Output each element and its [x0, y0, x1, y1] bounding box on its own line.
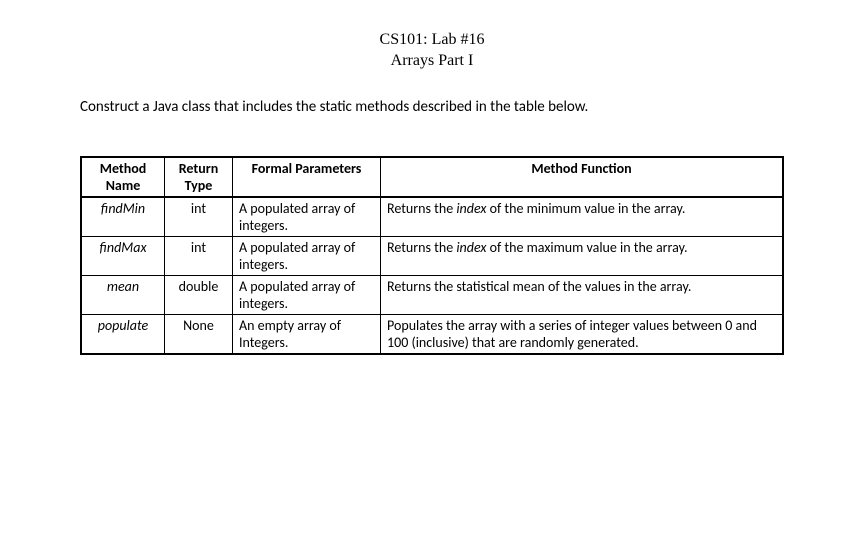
- header-return-type: Return Type: [165, 157, 233, 197]
- return-type-cell: None: [165, 314, 233, 354]
- formal-parameters-cell: An empty array of Integers.: [233, 314, 381, 354]
- formal-parameters-cell: A populated array of integers.: [233, 275, 381, 314]
- table-row: meandoubleA populated array of integers.…: [81, 275, 783, 314]
- header-method-name: Method Name: [81, 157, 165, 197]
- course-title: CS101: Lab #16: [80, 30, 784, 51]
- lab-subtitle: Arrays Part I: [80, 51, 784, 72]
- method-name-cell: findMax: [81, 236, 165, 275]
- header-formal-params: Formal Parameters: [233, 157, 381, 197]
- return-type-cell: double: [165, 275, 233, 314]
- method-function-cell: Returns the index of the minimum value i…: [381, 197, 784, 237]
- table-row: findMinintA populated array of integers.…: [81, 197, 783, 237]
- method-name-cell: findMin: [81, 197, 165, 237]
- return-type-cell: int: [165, 197, 233, 237]
- method-name-cell: populate: [81, 314, 165, 354]
- document-header: CS101: Lab #16 Arrays Part I: [80, 30, 784, 72]
- header-method-function: Method Function: [381, 157, 784, 197]
- table-header-row: Method Name Return Type Formal Parameter…: [81, 157, 783, 197]
- formal-parameters-cell: A populated array of integers.: [233, 236, 381, 275]
- methods-table: Method Name Return Type Formal Parameter…: [80, 156, 784, 355]
- instruction-text: Construct a Java class that includes the…: [80, 98, 784, 116]
- table-row: populateNoneAn empty array of Integers.P…: [81, 314, 783, 354]
- method-function-cell: Returns the statistical mean of the valu…: [381, 275, 784, 314]
- method-function-cell: Returns the index of the maximum value i…: [381, 236, 784, 275]
- method-name-cell: mean: [81, 275, 165, 314]
- method-function-cell: Populates the array with a series of int…: [381, 314, 784, 354]
- return-type-cell: int: [165, 236, 233, 275]
- formal-parameters-cell: A populated array of integers.: [233, 197, 381, 237]
- table-row: findMaxintA populated array of integers.…: [81, 236, 783, 275]
